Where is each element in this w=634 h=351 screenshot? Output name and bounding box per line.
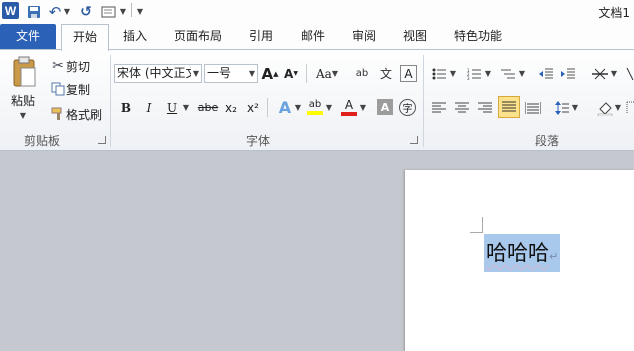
cut-button[interactable]: 剪切 [66, 58, 94, 74]
align-left-icon[interactable] [431, 98, 447, 117]
word-logo-icon: W [2, 2, 19, 19]
font-group-label: 字体 [246, 134, 271, 148]
tab-mailings[interactable]: 邮件 [300, 24, 326, 49]
tab-home[interactable]: 开始 [61, 24, 109, 51]
font-name-value: 宋体 (中文正文) [117, 66, 191, 80]
numbering-icon[interactable]: 123 [466, 65, 482, 82]
selected-text[interactable]: 哈哈哈↵ [484, 234, 561, 272]
font-name-dropdown-icon[interactable]: ▼ [193, 65, 199, 82]
bullets-icon[interactable] [431, 65, 447, 82]
title-bar: W ↶ ▼ ↺ ▼ ▼ 文档1 [0, 0, 634, 24]
line-spacing-dropdown-icon[interactable]: ▼ [571, 98, 579, 117]
copy-icon[interactable] [50, 81, 66, 97]
italic-button[interactable]: I [141, 98, 157, 117]
underline-dropdown-icon[interactable]: ▼ [181, 98, 191, 117]
tab-review[interactable]: 审阅 [351, 24, 377, 49]
paste-icon[interactable] [10, 55, 38, 89]
multilevel-list-icon[interactable] [500, 65, 516, 82]
window-title: 文档1 [598, 6, 630, 20]
subscript-button[interactable]: x₂ [222, 98, 240, 117]
underline-button[interactable]: U [164, 98, 180, 117]
margin-corner-mark [482, 217, 483, 233]
shading-icon[interactable] [596, 98, 614, 117]
shading-dropdown-icon[interactable]: ▼ [614, 98, 622, 117]
tab-references[interactable]: 引用 [248, 24, 274, 49]
increase-indent-icon[interactable] [560, 65, 576, 82]
bold-button[interactable]: B [118, 98, 134, 117]
highlight-dropdown-icon[interactable]: ▼ [325, 98, 333, 117]
format-painter-button[interactable]: 格式刷 [66, 106, 104, 122]
paragraph-group-label: 段落 [535, 134, 560, 148]
clipboard-launcher-icon[interactable] [98, 136, 106, 144]
distributed-align-icon[interactable] [524, 98, 542, 117]
character-shading-icon[interactable]: A [377, 99, 393, 115]
tab-view[interactable]: 视图 [402, 24, 428, 49]
tab-file[interactable]: 文件 [0, 24, 56, 49]
enclose-characters-icon[interactable]: 字 [399, 99, 416, 116]
document-text[interactable]: 哈哈哈 [486, 241, 549, 265]
font-size-dropdown-icon[interactable]: ▼ [249, 65, 255, 82]
character-border-icon[interactable]: A [400, 65, 417, 82]
preview-dropdown-icon[interactable]: ▼ [119, 3, 127, 20]
undo-icon[interactable]: ↶ [48, 3, 62, 21]
font-color-dropdown-icon[interactable]: ▼ [359, 98, 367, 117]
sort-icon[interactable] [626, 65, 634, 82]
tab-page-layout[interactable]: 页面布局 [173, 24, 223, 49]
format-painter-icon[interactable] [50, 106, 66, 122]
chinese-layout-icon[interactable] [590, 65, 610, 82]
copy-button[interactable]: 复制 [66, 81, 94, 97]
qat-separator [131, 3, 132, 17]
borders-icon[interactable] [626, 98, 634, 117]
text-effects-dropdown-icon[interactable]: ▼ [294, 98, 302, 117]
font-separator [306, 64, 307, 83]
clear-formatting-icon[interactable]: ab [352, 64, 372, 83]
font-color-icon[interactable]: A [340, 97, 358, 117]
redo-icon[interactable]: ↺ [79, 3, 93, 20]
svg-text:3: 3 [467, 76, 470, 80]
print-preview-icon[interactable] [99, 3, 119, 20]
group-separator [110, 55, 111, 147]
numbering-dropdown-icon[interactable]: ▼ [484, 65, 492, 82]
scissors-icon[interactable]: ✂ [50, 58, 66, 74]
line-spacing-icon[interactable] [554, 98, 570, 117]
group-separator [423, 55, 424, 147]
change-case-button[interactable]: Aa ▼ [313, 64, 341, 83]
align-right-icon[interactable] [477, 98, 493, 117]
margin-corner-mark [470, 232, 482, 233]
font-name-combo[interactable]: 宋体 (中文正文) ▼ [114, 64, 202, 83]
chinese-layout-dropdown-icon[interactable]: ▼ [610, 65, 618, 82]
strikethrough-button[interactable]: abe [196, 98, 220, 117]
clipboard-group-label: 剪贴板 [24, 134, 61, 148]
multilevel-dropdown-icon[interactable]: ▼ [518, 65, 526, 82]
tab-special-features[interactable]: 特色功能 [453, 24, 503, 49]
phonetic-guide-icon[interactable]: 文 [376, 64, 396, 83]
customize-qat-icon[interactable]: ▼ [135, 3, 145, 20]
align-center-icon[interactable] [454, 98, 470, 117]
font-launcher-icon[interactable] [410, 136, 418, 144]
highlight-color-icon[interactable]: ab [306, 97, 324, 117]
decrease-indent-icon[interactable] [538, 65, 554, 82]
font-separator [267, 98, 268, 117]
justify-icon[interactable] [498, 96, 520, 118]
font-size-combo[interactable]: 一号 ▼ [204, 64, 258, 83]
undo-dropdown-icon[interactable]: ▼ [63, 3, 71, 20]
text-effects-icon[interactable]: A [276, 97, 294, 117]
paste-button[interactable]: 粘贴 [8, 92, 38, 108]
shrink-font-button[interactable]: A ▼ [282, 64, 300, 83]
font-size-value: 一号 [207, 66, 232, 80]
bullets-dropdown-icon[interactable]: ▼ [449, 65, 457, 82]
paragraph-mark: ↵ [549, 250, 559, 263]
superscript-button[interactable]: x² [244, 98, 262, 117]
tab-insert[interactable]: 插入 [122, 24, 148, 49]
grow-font-button[interactable]: A ▲ [261, 64, 279, 83]
paste-dropdown-icon[interactable]: ▼ [17, 110, 29, 120]
save-icon[interactable] [26, 3, 42, 20]
